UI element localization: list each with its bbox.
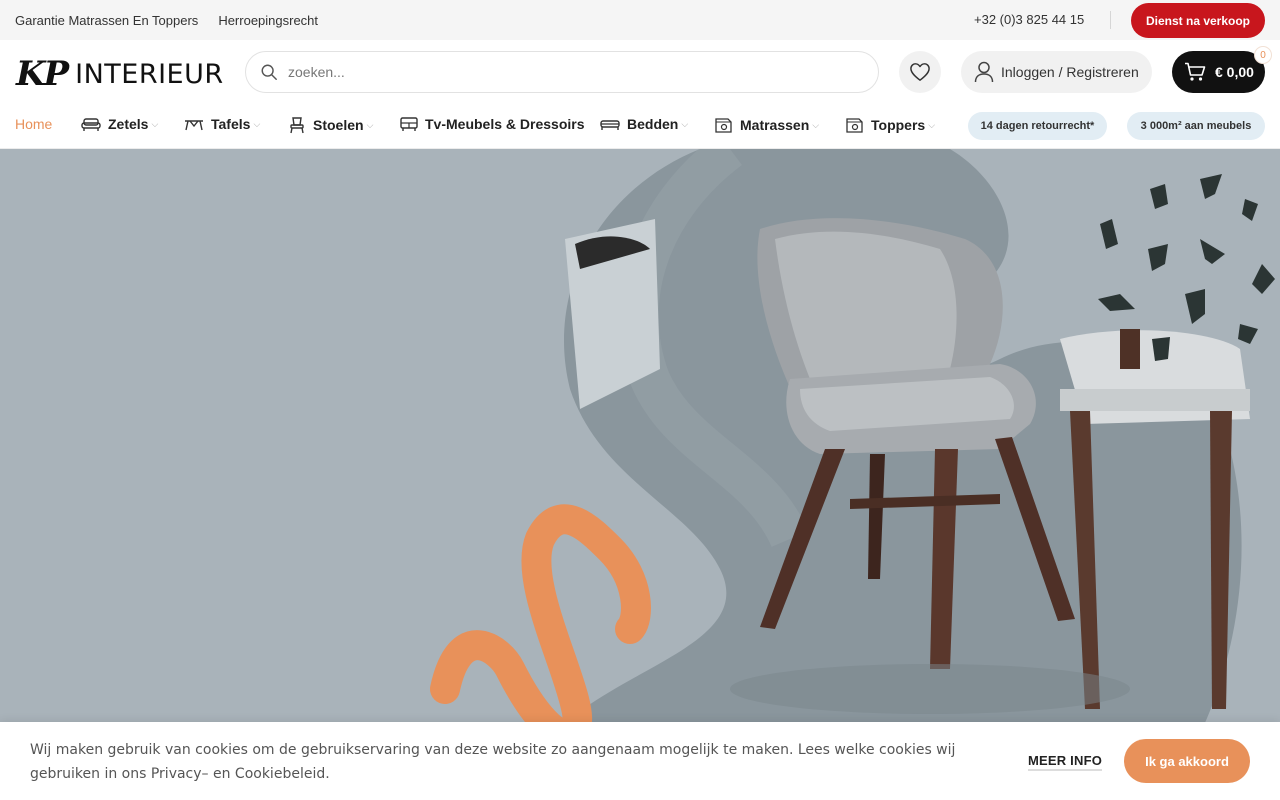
- chevron-down-icon: ⌵: [253, 118, 261, 129]
- nav-item-label: Matrassen: [740, 117, 810, 133]
- user-icon: [974, 61, 994, 83]
- heart-icon: [910, 63, 930, 81]
- logo[interactable]: KP INTERIEUR: [16, 54, 224, 94]
- cart-total: € 0,00: [1215, 64, 1254, 80]
- nav-item-zetels[interactable]: Zetels ⌵: [81, 116, 158, 132]
- chair-icon: [290, 117, 304, 134]
- retour-badge[interactable]: 14 dagen retourrecht*: [968, 112, 1107, 140]
- logo-mark: KP: [16, 54, 69, 94]
- search-icon: [261, 64, 277, 80]
- accept-cookies-button[interactable]: Ik ga akkoord: [1124, 739, 1250, 783]
- cart-count-badge: 0: [1254, 46, 1272, 64]
- phone-number[interactable]: +32 (0)3 825 44 15: [974, 12, 1084, 27]
- search-input[interactable]: [288, 64, 848, 80]
- login-button[interactable]: Inloggen / Registreren: [961, 51, 1152, 93]
- topper-icon: [846, 118, 863, 133]
- header: KP INTERIEUR Inloggen / Registreren € 0,…: [0, 40, 1280, 104]
- cookie-message: Wij maken gebruik van cookies om de gebr…: [30, 742, 956, 782]
- nav-item-tv-meubels[interactable]: Tv-Meubels & Dressoirs: [400, 116, 585, 132]
- more-info-link[interactable]: MEER INFO: [1028, 753, 1103, 771]
- table-icon: [185, 120, 203, 131]
- nav-item-label: Zetels: [108, 116, 149, 132]
- chevron-down-icon: ⌵: [928, 119, 936, 130]
- search-bar[interactable]: [245, 51, 879, 93]
- nav-item-label: Tafels: [211, 116, 251, 132]
- topbar-link-withdrawal[interactable]: Herroepingsrecht: [218, 13, 318, 28]
- nav-item-bedden[interactable]: Bedden ⌵: [600, 116, 688, 132]
- nav-item-home[interactable]: Home: [15, 116, 52, 132]
- divider: [1110, 11, 1111, 29]
- hero-banner[interactable]: [0, 149, 1280, 800]
- chevron-down-icon: ⌵: [366, 119, 374, 130]
- mattress-icon: [715, 118, 732, 133]
- nav-item-label: Bedden: [627, 116, 679, 132]
- cart-icon: [1185, 62, 1206, 81]
- cart-button[interactable]: € 0,00 0: [1172, 46, 1272, 93]
- cookie-banner: Wij maken gebruik van cookies om de gebr…: [0, 722, 1280, 800]
- nav-item-label: Toppers: [871, 117, 926, 133]
- nav-item-stoelen[interactable]: Stoelen ⌵: [288, 116, 373, 134]
- chevron-down-icon: ⌵: [681, 118, 689, 129]
- chevron-down-icon: ⌵: [812, 119, 820, 130]
- wishlist-button[interactable]: [899, 51, 941, 93]
- bed-icon: [600, 120, 620, 130]
- chevron-down-icon: ⌵: [151, 118, 159, 129]
- sofa-icon: [81, 118, 101, 131]
- hero-image: [430, 149, 1275, 800]
- showroom-badge[interactable]: 3 000m² aan meubels: [1127, 112, 1265, 140]
- top-bar: Garantie Matrassen En Toppers Herroeping…: [0, 0, 1280, 40]
- nav-item-label: Home: [15, 116, 53, 132]
- nav-item-toppers[interactable]: Toppers ⌵: [845, 116, 935, 134]
- nav-item-label: Stoelen: [313, 117, 364, 133]
- nav-item-label: Tv-Meubels & Dressoirs: [425, 116, 585, 132]
- nav-item-tafels[interactable]: Tafels ⌵: [184, 116, 260, 132]
- topbar-link-warranty[interactable]: Garantie Matrassen En Toppers: [15, 13, 198, 28]
- login-label: Inloggen / Registreren: [1001, 64, 1139, 80]
- tv-cabinet-icon: [400, 117, 418, 131]
- logo-word: INTERIEUR: [75, 58, 224, 90]
- nav-item-matrassen[interactable]: Matrassen ⌵: [714, 116, 819, 134]
- service-button[interactable]: Dienst na verkoop: [1131, 3, 1265, 38]
- main-nav: Home Zetels ⌵ Tafels ⌵ Stoelen ⌵ Tv-Meub…: [0, 104, 1280, 149]
